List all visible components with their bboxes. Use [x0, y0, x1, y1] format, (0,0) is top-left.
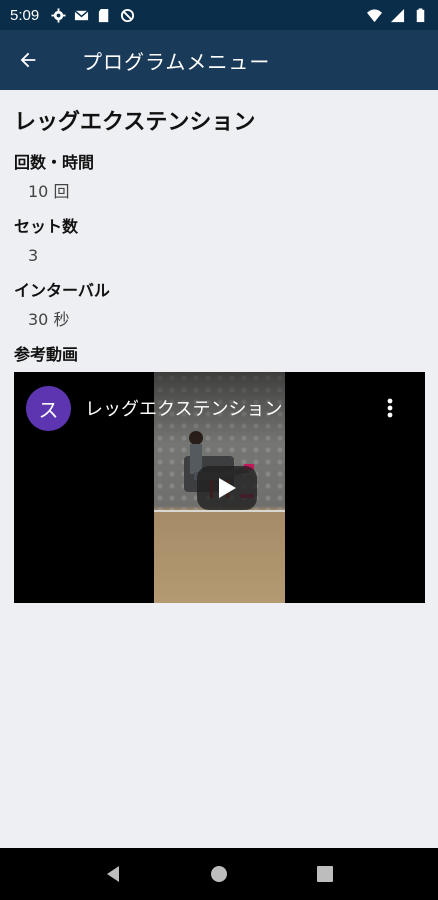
video-header: ス レッグエクステンション [14, 372, 425, 444]
more-vertical-icon[interactable] [387, 398, 393, 418]
reps-time-label: 回数・時間 [14, 153, 95, 172]
wifi-icon [367, 8, 382, 22]
status-time: 5:09 [10, 6, 40, 24]
reference-video-label: 参考動画 [14, 345, 79, 364]
interval-label: インターバル [14, 281, 110, 300]
nav-back-button[interactable] [103, 864, 123, 884]
home-circle-icon [211, 866, 227, 882]
signal-icon [390, 8, 405, 22]
interval-value: 30 秒 [28, 310, 70, 329]
arrow-left-icon [20, 52, 36, 68]
program-detail: レッグエクステンション 回数・時間 10 回 セット数 3 インターバル 30 … [0, 90, 438, 848]
channel-avatar[interactable]: ス [26, 385, 71, 431]
nav-recents-button[interactable] [315, 864, 335, 884]
sd-card-icon [99, 8, 109, 22]
reps-time-value: 10 回 [28, 182, 70, 201]
back-triangle-icon [107, 866, 119, 882]
system-nav-bar [0, 848, 438, 900]
status-icons-left [51, 7, 135, 23]
video-player[interactable]: ス レッグエクステンション [14, 372, 425, 603]
gear-icon [51, 7, 66, 23]
status-bar: 5:09 [0, 0, 438, 30]
program-title: レッグエクステンション [14, 110, 256, 135]
back-button[interactable] [0, 30, 56, 90]
sets-label: セット数 [14, 217, 79, 236]
status-icons-right [367, 7, 428, 23]
nav-home-button[interactable] [209, 864, 229, 884]
mail-icon [74, 9, 89, 20]
recents-square-icon [317, 866, 333, 882]
play-icon [219, 478, 236, 498]
sets-value: 3 [28, 246, 39, 265]
video-title[interactable]: レッグエクステンション [85, 395, 282, 421]
page-title: プログラムメニュー [82, 49, 271, 74]
blocked-icon [121, 8, 135, 22]
play-button[interactable] [197, 466, 257, 510]
battery-icon [416, 7, 425, 22]
app-bar: プログラムメニュー [0, 30, 438, 90]
